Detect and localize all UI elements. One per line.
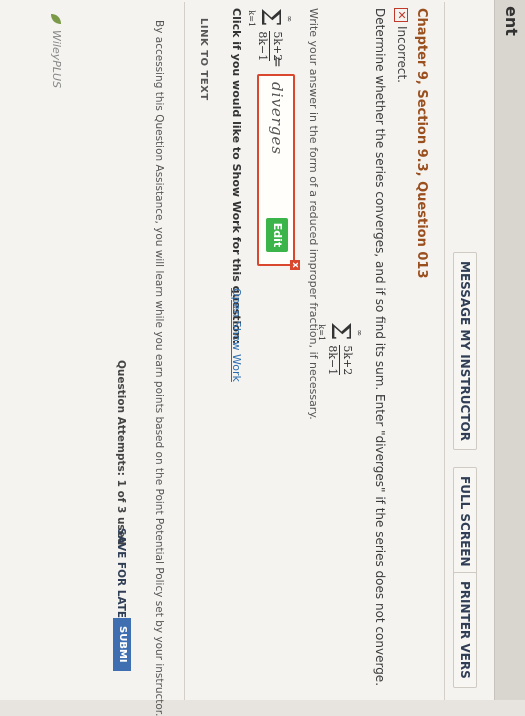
window-title: ent	[502, 6, 521, 36]
submit-button[interactable]: SUBMI	[113, 618, 131, 671]
answer-sigma-lower: k=1	[247, 10, 256, 28]
full-screen-button[interactable]: FULL SCREEN	[453, 467, 477, 576]
link-to-text-button[interactable]: LINK TO TEXT	[198, 18, 209, 101]
status-incorrect: ✕ Incorrect.	[394, 8, 409, 83]
answer-row: ∞ Σ k=1 5k+2 8k−1 = diverges x Edit	[247, 8, 300, 388]
divider	[184, 2, 185, 700]
wileyplus-logo: WileyPLUS	[49, 12, 63, 88]
answer-sigma-limits: ∞ Σ k=1	[245, 8, 295, 29]
sigma-icon: Σ	[325, 322, 355, 341]
series-denominator: 8k−1	[326, 345, 340, 376]
question-title: Chapter 9, Section 9.3, Question 013	[414, 8, 429, 279]
assistance-note: By accessing this Question Assistance, y…	[153, 20, 165, 716]
answer-value[interactable]: diverges	[268, 82, 286, 155]
clear-answer-icon[interactable]: x	[290, 260, 300, 270]
printer-version-button[interactable]: PRINTER VERS	[453, 572, 477, 688]
message-instructor-button[interactable]: MESSAGE MY INSTRUCTOR	[453, 252, 477, 450]
sigma-limits: ∞ Σ k=1	[315, 322, 365, 343]
question-attempts: Question Attempts: 1 of 3 used	[115, 360, 127, 546]
browser-topbar: ent	[494, 0, 525, 700]
logo-text: WileyPLUS	[50, 30, 63, 89]
open-show-work-link[interactable]: Open Show Work	[230, 288, 243, 382]
fraction-bar	[339, 345, 341, 376]
status-label: Incorrect.	[395, 26, 409, 83]
divider	[444, 2, 445, 700]
leaf-icon	[51, 14, 61, 24]
edit-button[interactable]: Edit	[266, 218, 288, 252]
answer-sigma-icon: Σ	[255, 8, 285, 27]
series-numerator: 5k+2	[341, 345, 355, 376]
incorrect-x-icon: ✕	[394, 8, 408, 22]
answer-series-denominator: 8k−1	[256, 31, 270, 62]
answer-field[interactable]: diverges x Edit	[257, 74, 300, 270]
page: ent MESSAGE MY INSTRUCTOR FULL SCREEN PR…	[0, 0, 525, 716]
equals-sign: =	[269, 56, 285, 68]
answer-series-expression: ∞ Σ k=1 5k+2 8k−1	[245, 8, 295, 62]
answer-instruction: Write your answer in the form of a reduc…	[307, 8, 320, 420]
question-prompt: Determine whether the series converges, …	[373, 8, 387, 687]
save-for-later-button[interactable]: SAVE FOR LATER	[115, 528, 127, 626]
series-fraction: 5k+2 8k−1	[326, 345, 355, 376]
series-expression: ∞ Σ k=1 5k+2 8k−1	[315, 322, 365, 376]
